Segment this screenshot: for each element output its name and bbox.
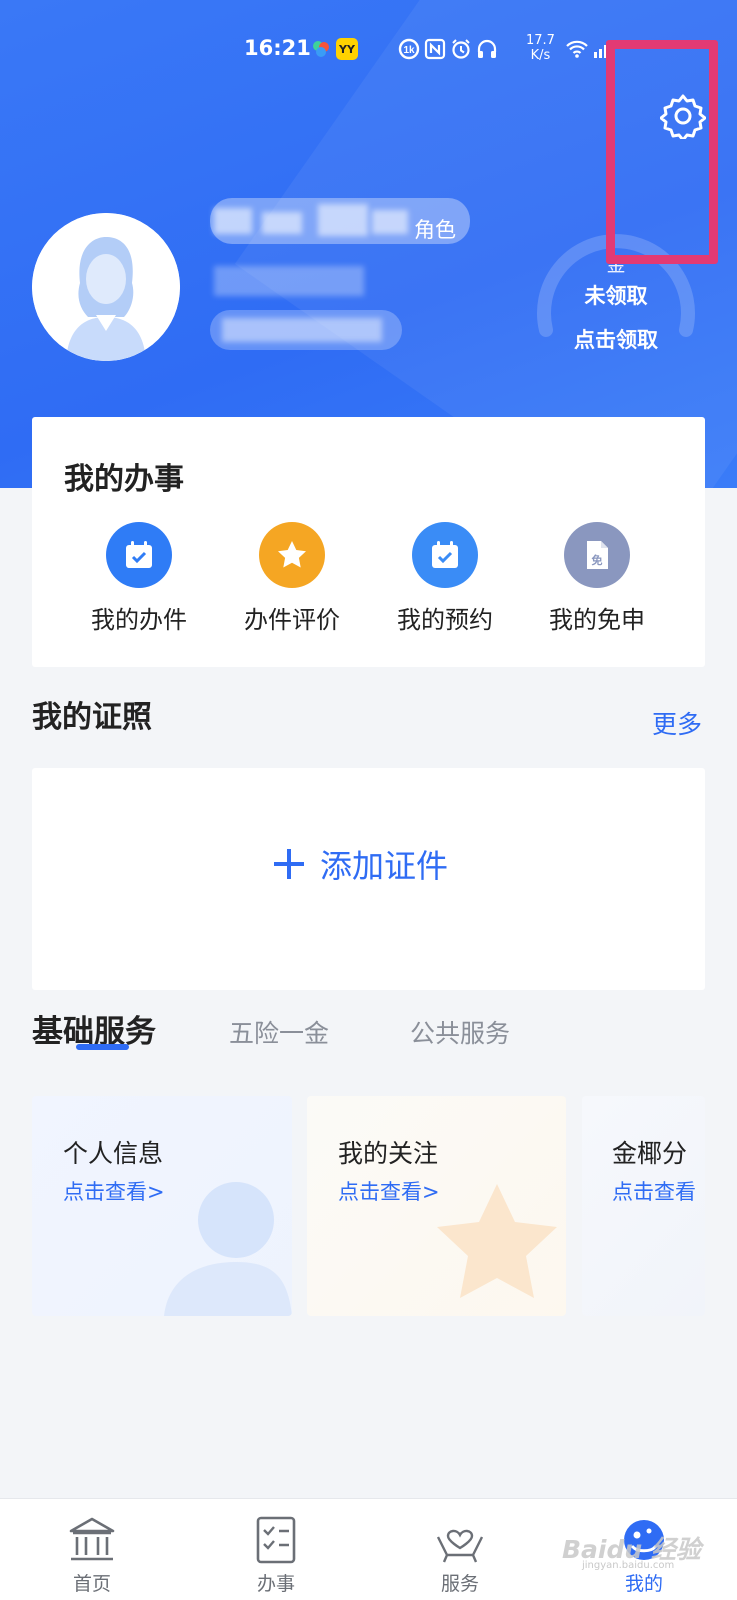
document-exempt-icon: 免 — [564, 522, 630, 588]
wifi-icon — [566, 38, 588, 60]
service-card-link[interactable]: 点击查看> — [63, 1176, 165, 1206]
quick-item-exemption[interactable]: 免 我的免申 — [527, 522, 667, 635]
quick-item-label: 我的预约 — [397, 606, 493, 634]
tab-insurance-fund[interactable]: 五险一金 — [229, 1014, 329, 1050]
service-card-my-follows[interactable]: 我的关注 点击查看> — [307, 1096, 566, 1316]
plus-icon — [274, 849, 304, 879]
nav-item-services[interactable]: 服务 — [400, 1499, 520, 1600]
person-placeholder-icon — [32, 213, 180, 361]
quick-item-label: 我的办件 — [91, 606, 187, 634]
reward-claim-button[interactable]: 点击领取 — [528, 324, 704, 354]
baidu-watermark-url: jingyan.baidu.com — [582, 1560, 675, 1571]
quick-item-label: 我的免申 — [549, 606, 645, 634]
alarm-icon — [450, 38, 472, 60]
add-certificate-label: 添加证件 — [320, 847, 449, 885]
service-card-personal-info[interactable]: 个人信息 点击查看> — [32, 1096, 292, 1316]
certificates-title: 我的证照 — [32, 700, 152, 735]
nav-item-label: 我的 — [624, 1573, 663, 1595]
redacted-pixel — [214, 208, 252, 234]
service-card-link[interactable]: 点击查看> — [338, 1176, 440, 1206]
app-notification-icon — [310, 38, 332, 60]
redacted-pixel — [372, 210, 408, 234]
quick-item-case-review[interactable]: 办件评价 — [222, 522, 362, 635]
network-speed: 17.7 K/s — [526, 33, 555, 63]
nav-item-home[interactable]: 首页 — [32, 1499, 152, 1600]
service-card-title: 我的关注 — [338, 1139, 439, 1168]
active-tab-indicator — [76, 1044, 129, 1050]
headphones-icon — [476, 38, 498, 60]
quick-item-my-cases[interactable]: 我的办件 — [69, 522, 209, 635]
star-icon — [259, 522, 325, 588]
my-affairs-title: 我的办事 — [64, 462, 184, 497]
checklist-icon — [256, 1516, 296, 1564]
svg-text:1k: 1k — [403, 45, 415, 56]
data-saver-icon: 1k — [398, 38, 420, 60]
tab-public-services[interactable]: 公共服务 — [410, 1014, 510, 1050]
calendar-check-icon — [106, 522, 172, 588]
yy-app-icon: YY — [336, 38, 358, 60]
avatar[interactable] — [32, 213, 180, 361]
nfc-icon — [424, 38, 446, 60]
quick-item-my-appointments[interactable]: 我的预约 — [375, 522, 515, 635]
network-speed-value: 17.7 — [526, 33, 555, 48]
hand-heart-icon — [436, 1529, 484, 1563]
phone-redacted — [214, 266, 364, 296]
nav-item-label: 办事 — [256, 1573, 295, 1595]
building-icon — [69, 1517, 115, 1561]
quick-item-label: 办件评价 — [244, 606, 340, 634]
person-icon — [164, 1182, 292, 1316]
nav-item-label: 首页 — [72, 1573, 111, 1595]
status-time: 16:21 — [244, 36, 311, 60]
calendar-check-icon — [412, 522, 478, 588]
settings-highlight-annotation — [606, 40, 718, 264]
network-speed-unit: K/s — [530, 48, 551, 63]
certificates-more-link[interactable]: 更多 — [652, 705, 702, 741]
redacted-pixel — [222, 318, 382, 342]
nav-item-affairs[interactable]: 办事 — [216, 1499, 336, 1600]
reward-status: 未领取 — [584, 284, 648, 308]
star-icon — [437, 1184, 557, 1298]
redacted-pixel — [262, 212, 302, 234]
redacted-pixel — [318, 204, 368, 236]
service-card-link[interactable]: 点击查看 — [612, 1176, 696, 1206]
service-card-coconut-points[interactable]: 金椰分 点击查看 — [582, 1096, 705, 1316]
role-label[interactable]: 角色 — [414, 214, 456, 244]
service-card-title: 个人信息 — [63, 1139, 164, 1168]
add-certificate-button[interactable]: 添加证件 — [272, 841, 448, 887]
svg-text:免: 免 — [592, 553, 603, 567]
service-card-title: 金椰分 — [612, 1139, 688, 1168]
nav-item-label: 服务 — [440, 1573, 479, 1595]
